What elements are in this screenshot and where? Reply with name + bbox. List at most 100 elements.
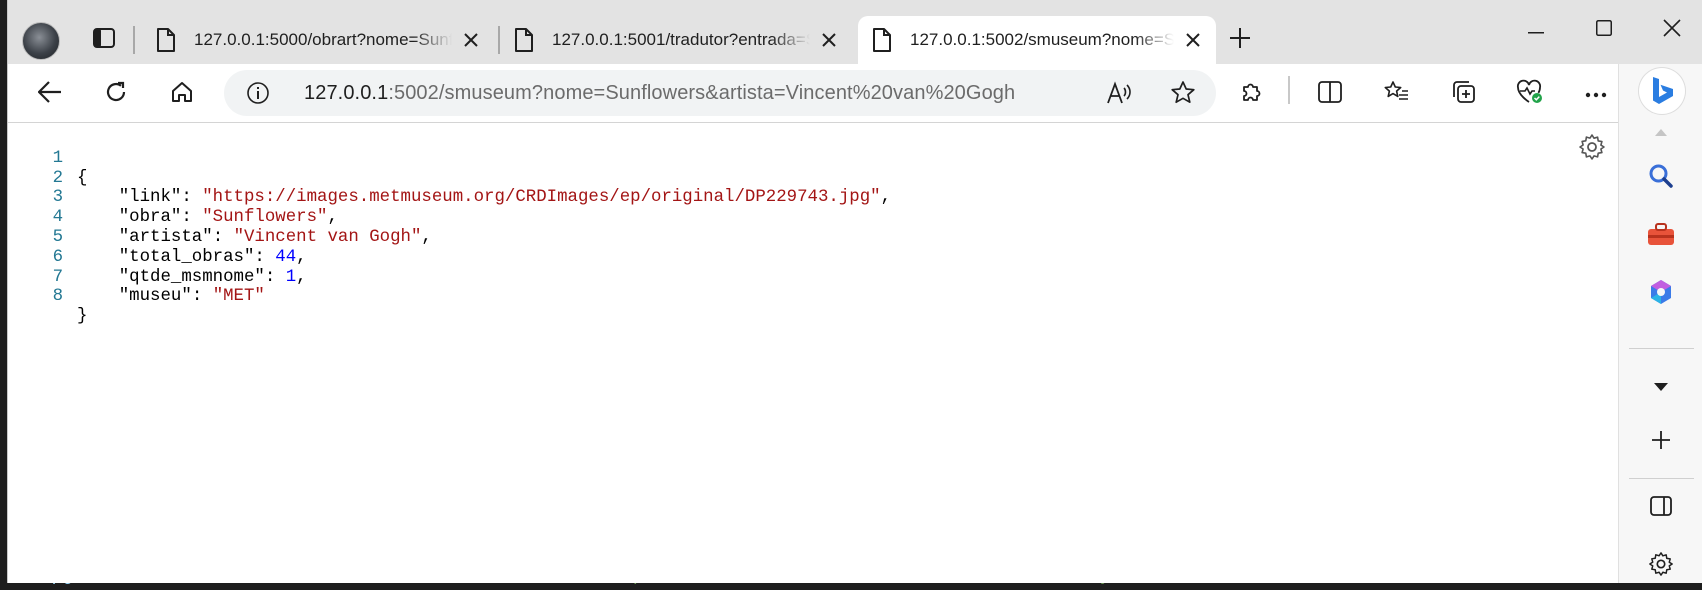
sidebar-office-button[interactable] xyxy=(1641,274,1681,314)
gear-icon xyxy=(1648,551,1674,582)
edge-sidebar xyxy=(1618,64,1702,583)
new-tab-button[interactable] xyxy=(1218,20,1262,60)
arrow-left-icon xyxy=(37,80,62,108)
tab-tradutor[interactable]: 127.0.0.1:5001/tradutor?entrada=Sunflowe… xyxy=(500,16,852,64)
line-number: 8 xyxy=(52,287,63,307)
refresh-button[interactable] xyxy=(96,74,136,114)
tab-title: 127.0.0.1:5000/obrart?nome=Sunflowers xyxy=(194,30,452,49)
split-screen-icon xyxy=(1318,80,1342,108)
minimize-icon xyxy=(1528,21,1544,39)
sidebar-settings-button[interactable] xyxy=(1641,546,1681,583)
tab-smuseum-active[interactable]: 127.0.0.1:5002/smuseum?nome=Sunflowers xyxy=(858,16,1216,64)
json-code: 1 { 2 "link": "https://images.metmuseum.… xyxy=(8,129,891,326)
collections-button[interactable] xyxy=(1444,74,1484,114)
tab-title: 127.0.0.1:5002/smuseum?nome=Sunflowers xyxy=(910,30,1174,49)
back-button[interactable] xyxy=(30,74,70,114)
url-path: :5002/smuseum?nome=Sunflowers&artista=Vi… xyxy=(388,82,1016,104)
close-window-button[interactable] xyxy=(1648,10,1696,50)
json-key: "museu" xyxy=(118,287,192,307)
home-button[interactable] xyxy=(162,74,202,114)
plus-icon xyxy=(1651,430,1671,455)
code-line: 4 "artista": "Vincent van Gogh", xyxy=(8,188,432,247)
minimize-button[interactable] xyxy=(1512,10,1560,50)
sidebar-divider xyxy=(1629,348,1694,349)
refresh-icon xyxy=(104,80,128,109)
json-number-value: 1 xyxy=(285,267,297,287)
tab-title: 127.0.0.1:5001/tradutor?entrada=Sunflowe… xyxy=(552,30,810,49)
close-tab-icon[interactable] xyxy=(1180,27,1206,53)
json-string-value: "Vincent van Gogh" xyxy=(233,227,422,247)
sidebar-search-button[interactable] xyxy=(1641,158,1681,198)
close-tab-icon[interactable] xyxy=(816,27,842,53)
code-line: 2 "link": "https://images.metmuseum.org/… xyxy=(8,149,891,208)
profile-avatar[interactable] xyxy=(22,22,60,60)
json-key: "link" xyxy=(118,188,182,208)
navigation-bar: 127.0.0.1:5002/smuseum?nome=Sunflowers&a… xyxy=(8,64,1702,122)
code-line: 7 "museu": "MET" xyxy=(8,248,265,307)
code-line: 6 "qtde_msmnome": 1, xyxy=(8,228,307,287)
read-aloud-icon[interactable] xyxy=(1106,81,1132,110)
json-viewer-settings-icon[interactable] xyxy=(1578,133,1608,163)
home-icon xyxy=(170,80,194,109)
json-key: "artista" xyxy=(118,227,213,247)
maximize-icon xyxy=(1596,19,1612,41)
page-icon xyxy=(872,28,894,52)
toolbox-icon xyxy=(1647,222,1675,251)
json-key: "qtde_msmnome" xyxy=(118,267,265,287)
code-line: 1 { xyxy=(8,129,92,188)
json-key: "total_obras" xyxy=(118,247,255,267)
tab-actions-button[interactable] xyxy=(84,22,124,58)
code-line: 5 "total_obras": 44, xyxy=(8,208,307,267)
sidebar-panel-icon xyxy=(1650,495,1672,521)
tab-separator xyxy=(133,26,135,54)
json-comma: , xyxy=(327,208,338,228)
copilot-button[interactable] xyxy=(1639,68,1685,114)
sidebar-divider xyxy=(1629,478,1694,479)
favorites-list-icon xyxy=(1383,80,1409,109)
tab-actions-icon xyxy=(93,27,115,53)
json-key: "obra" xyxy=(118,208,182,228)
search-icon xyxy=(1648,163,1674,194)
url-text[interactable]: 127.0.0.1:5002/smuseum?nome=Sunflowers&a… xyxy=(304,82,1015,105)
caret-down-icon xyxy=(1653,379,1669,397)
code-line: 8 } xyxy=(8,268,92,326)
tab-obrart[interactable]: 127.0.0.1:5000/obrart?nome=Sunflowers xyxy=(142,16,494,64)
json-comma: , xyxy=(421,227,432,247)
json-string-value: "https://images.metmuseum.org/CRDImages/… xyxy=(202,188,881,208)
puzzle-icon xyxy=(1240,80,1264,109)
favorites-button[interactable] xyxy=(1376,74,1416,114)
code-line: 3 "obra": "Sunflowers", xyxy=(8,169,338,227)
heart-pulse-icon xyxy=(1516,79,1544,110)
close-icon xyxy=(1663,18,1681,42)
extensions-button[interactable] xyxy=(1232,74,1272,114)
tab-strip: 127.0.0.1:5000/obrart?nome=Sunflowers 12… xyxy=(8,0,1702,64)
json-comma: , xyxy=(296,247,307,267)
close-tab-icon[interactable] xyxy=(458,27,484,53)
split-screen-button[interactable] xyxy=(1310,74,1350,114)
toolbar-divider xyxy=(1288,76,1290,104)
browser-essentials-button[interactable] xyxy=(1510,74,1550,114)
maximize-button[interactable] xyxy=(1580,10,1628,50)
json-viewer: 1 { 2 "link": "https://images.metmuseum.… xyxy=(8,122,1618,583)
json-comma: , xyxy=(296,267,307,287)
hide-sidebar-button[interactable] xyxy=(1641,488,1681,528)
json-string-value: "Sunflowers" xyxy=(202,208,328,228)
sidebar-tools-button[interactable] xyxy=(1641,216,1681,256)
sidebar-scroll-up[interactable] xyxy=(1641,120,1681,144)
page-icon xyxy=(156,28,178,52)
browser-window: 127.0.0.1:5000/obrart?nome=Sunflowers 12… xyxy=(7,0,1702,583)
more-options-button[interactable] xyxy=(1576,74,1616,114)
bing-logo-icon xyxy=(1650,76,1676,111)
microsoft365-icon xyxy=(1647,278,1675,311)
json-number-value: 44 xyxy=(275,247,297,267)
favorite-star-icon[interactable] xyxy=(1170,80,1196,111)
info-icon[interactable] xyxy=(246,81,270,110)
sidebar-add-button[interactable] xyxy=(1641,422,1681,462)
address-bar[interactable]: 127.0.0.1:5002/smuseum?nome=Sunflowers&a… xyxy=(224,70,1216,116)
close-brace: } xyxy=(77,307,88,327)
ellipsis-icon xyxy=(1585,85,1607,103)
sidebar-more-button[interactable] xyxy=(1641,368,1681,408)
collections-icon xyxy=(1452,80,1476,109)
json-comma: , xyxy=(880,188,892,208)
url-host: 127.0.0.1 xyxy=(304,82,389,104)
